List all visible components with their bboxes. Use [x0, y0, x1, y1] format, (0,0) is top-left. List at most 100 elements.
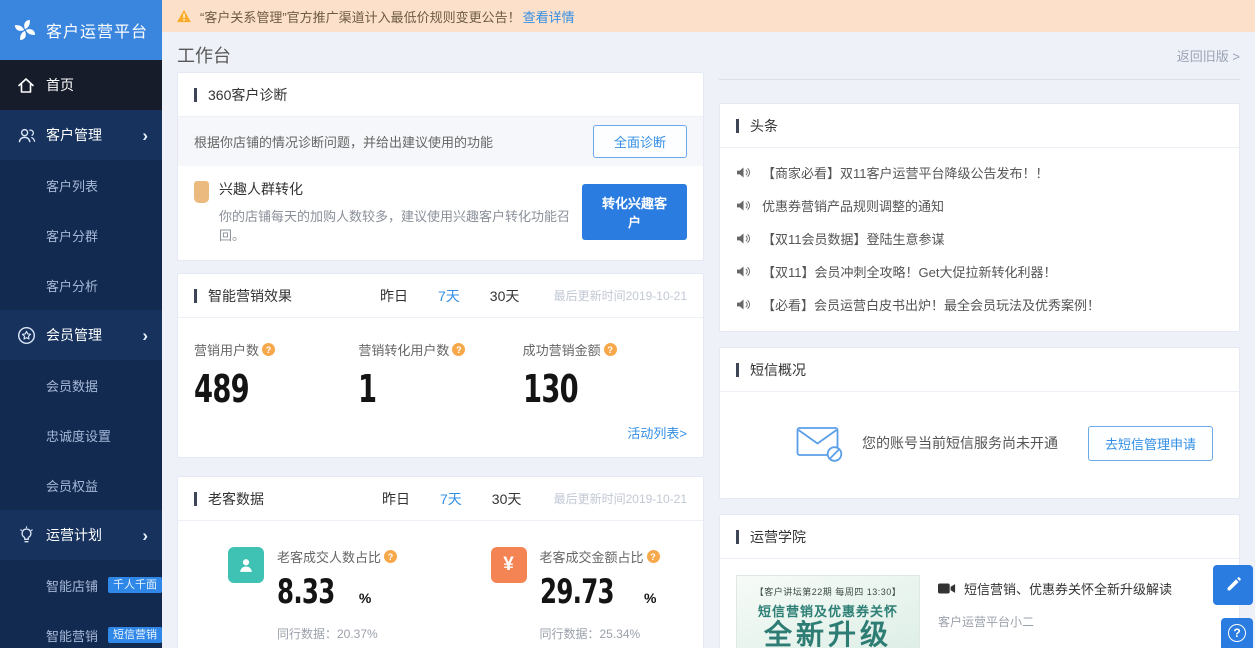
sms-card-header: 短信概况: [720, 348, 1239, 392]
tab-30days[interactable]: 30天: [490, 286, 520, 306]
activity-list-link[interactable]: 活动列表>: [627, 426, 687, 441]
sidebar-item-member-management[interactable]: 会员管理 ›: [0, 310, 162, 360]
question-icon: ?: [1228, 624, 1246, 642]
header-accent-bar: [736, 529, 739, 544]
metric-value-row: 8.33 %: [277, 566, 397, 612]
tab-yesterday[interactable]: 昨日: [380, 286, 408, 306]
headline-item[interactable]: 【商家必看】双11客户运营平台降级公告发布！！: [736, 156, 1223, 189]
metric-value-row: 29.73 %: [540, 566, 660, 612]
metric-label-text: 营销用户数: [194, 343, 260, 358]
help-icon[interactable]: ?: [603, 343, 617, 356]
help-icon[interactable]: ?: [646, 550, 660, 563]
sidebar-item-label: 首页: [46, 77, 74, 93]
help-icon[interactable]: ?: [452, 343, 466, 356]
academy-card-title: 运营学院: [750, 528, 806, 545]
help-floating-button[interactable]: ?: [1221, 618, 1253, 648]
left-column: 360客户诊断 根据你店铺的情况诊断问题，并给出建议使用的功能 全面诊断 兴趣人…: [177, 72, 704, 648]
sub-item-label: 会员权益: [46, 478, 99, 494]
metric-value: 130: [522, 367, 579, 411]
back-to-old-version-link[interactable]: 返回旧版 >: [1177, 46, 1240, 65]
sidebar: 客户运营平台 首页 客户管理 › 客户列表 客户分群 客户分析 会员管理 › 会…: [0, 0, 162, 648]
plan-submenu: 智能店铺 千人千面 智能营销 短信营销: [0, 560, 162, 648]
sidebar-item-customer-list[interactable]: 客户列表: [0, 160, 162, 210]
speaker-icon: [737, 266, 750, 277]
help-icon[interactable]: ?: [262, 343, 276, 356]
marketing-effect-card: 智能营销效果 昨日 7天 30天 最后更新时间2019-10-21 营销用户数: [177, 273, 704, 458]
old-customers-card: 老客数据 昨日 7天 30天 最后更新时间2019-10-21 老客成交人数占比…: [177, 476, 704, 648]
sub-item-label: 客户分析: [46, 278, 99, 294]
sidebar-item-customer-segments[interactable]: 客户分群: [0, 210, 162, 260]
convert-interest-customers-button[interactable]: 转化兴趣客户: [581, 183, 687, 240]
sidebar-item-customer-analysis[interactable]: 客户分析: [0, 260, 162, 310]
home-icon: [16, 75, 36, 95]
chevron-right-icon: ›: [142, 525, 148, 545]
speaker-icon: [737, 200, 750, 211]
bookmark-icon: [194, 181, 209, 203]
main-content: 工作台 返回旧版 > 360客户诊断 根据你店铺的情况诊断问题，并给出建议使用的…: [162, 32, 1255, 648]
headline-item[interactable]: 优惠券营销产品规则调整的通知: [736, 189, 1223, 222]
metric-value: 8.33: [277, 572, 335, 612]
speaker-icon: [737, 167, 750, 178]
metric-value: 1: [358, 367, 377, 411]
sidebar-item-label: 客户管理: [46, 127, 102, 143]
sidebar-item-loyalty-settings[interactable]: 忠诚度设置: [0, 410, 162, 460]
headline-text: 【双11】会员冲刺全攻略！Get大促拉新转化利器！: [762, 265, 1057, 280]
headline-item[interactable]: 【必看】会员运营白皮书出炉！最全会员玩法及优秀案例！: [736, 288, 1223, 321]
sidebar-item-home[interactable]: 首页: [0, 60, 162, 110]
app-logo[interactable]: 客户运营平台: [0, 0, 162, 60]
sub-item-label: 客户分群: [46, 228, 99, 244]
diagnosis-card-header: 360客户诊断: [178, 73, 703, 117]
peer-data: 同行数据：20.37%: [277, 627, 378, 641]
warning-icon: [177, 9, 191, 23]
feedback-edit-button[interactable]: [1213, 565, 1253, 605]
old-customers-body: 老客成交人数占比 ? 8.33 % 同行数据：20.37% ¥ 老客成交金额占比…: [178, 521, 703, 648]
header-accent-bar: [194, 491, 197, 506]
academy-video-link[interactable]: 短信营销、优惠券关怀全新升级解读: [938, 579, 1172, 598]
smart-marketing-badge: 短信营销: [108, 627, 162, 643]
yen-glyph: ¥: [503, 554, 514, 575]
marketing-metrics: 营销用户数 ? 489 营销转化用户数 ? 1 成功营销金额 ? 130: [178, 318, 703, 415]
page-title: 工作台: [177, 46, 231, 66]
smart-shop-badge: 千人千面: [108, 577, 162, 593]
full-diagnosis-button[interactable]: 全面诊断: [592, 125, 687, 158]
metric-value: 489: [194, 367, 250, 411]
academy-info: 短信营销、优惠券关怀全新升级解读 客户运营平台小二: [938, 575, 1172, 648]
sms-status-message: 您的账号当前短信服务尚未开通: [862, 435, 1058, 451]
metric-value: 29.73: [539, 572, 615, 612]
sidebar-item-customer-management[interactable]: 客户管理 ›: [0, 110, 162, 160]
sms-body: 您的账号当前短信服务尚未开通 去短信管理申请: [720, 392, 1239, 498]
old-metric-texts: 老客成交人数占比 ? 8.33 % 同行数据：20.37%: [277, 547, 398, 642]
headline-item[interactable]: 【双11】会员冲刺全攻略！Get大促拉新转化利器！: [736, 255, 1223, 288]
video-camera-icon: [938, 583, 956, 594]
right-column: 头条 【商家必看】双11客户运营平台降级公告发布！！ 优惠券营销产品规则调整的通…: [719, 72, 1240, 648]
sidebar-item-member-benefits[interactable]: 会员权益: [0, 460, 162, 510]
tab-30days[interactable]: 30天: [492, 489, 522, 509]
metric-label-text: 营销转化用户数: [358, 343, 450, 358]
app-root: 客户运营平台 首页 客户管理 › 客户列表 客户分群 客户分析 会员管理 › 会…: [0, 0, 1255, 648]
old-customer-amount-ratio: ¥ 老客成交金额占比 ? 29.73 % 同行数据：25.34%: [441, 547, 704, 642]
person-icon: [228, 547, 264, 583]
metric-label-text: 老客成交人数占比: [277, 550, 382, 565]
metric-label: 营销用户数 ?: [194, 340, 358, 359]
marketing-card-header: 智能营销效果 昨日 7天 30天 最后更新时间2019-10-21: [178, 274, 703, 318]
metric-marketing-users: 营销用户数 ? 489: [194, 340, 358, 411]
academy-video-title: 短信营销、优惠券关怀全新升级解读: [964, 582, 1173, 597]
tab-yesterday[interactable]: 昨日: [382, 489, 410, 509]
notice-detail-link[interactable]: 查看详情: [523, 7, 575, 26]
sidebar-item-smart-marketing[interactable]: 智能营销 短信营销: [0, 610, 162, 648]
help-icon[interactable]: ?: [384, 550, 398, 563]
video-thumbnail[interactable]: 【客户讲坛第22期 每周四 13:30】 短信营销及优惠券关怀 全新升级 立即观…: [736, 575, 920, 648]
tab-7days[interactable]: 7天: [440, 489, 462, 509]
apply-sms-management-button[interactable]: 去短信管理申请: [1087, 425, 1213, 461]
academy-body: 【客户讲坛第22期 每周四 13:30】 短信营销及优惠券关怀 全新升级 立即观…: [720, 559, 1239, 648]
diagnosis-item-texts: 兴趣人群转化 你的店铺每天的加购人数较多，建议使用兴趣客户转化功能召回。: [219, 179, 582, 244]
headlines-card-title: 头条: [750, 117, 778, 134]
headline-item[interactable]: 【双11会员数据】登陆生意参谋: [736, 222, 1223, 255]
sidebar-item-operation-plan[interactable]: 运营计划 ›: [0, 510, 162, 560]
tab-7days[interactable]: 7天: [438, 286, 460, 306]
sidebar-item-smart-shop[interactable]: 智能店铺 千人千面: [0, 560, 162, 610]
notice-text: “客户关系管理”官方推广渠道计入最低价规则变更公告！: [200, 9, 521, 25]
old-customers-card-title: 老客数据: [208, 490, 264, 507]
sidebar-item-member-data[interactable]: 会员数据: [0, 360, 162, 410]
diagnosis-card: 360客户诊断 根据你店铺的情况诊断问题，并给出建议使用的功能 全面诊断 兴趣人…: [177, 72, 704, 261]
